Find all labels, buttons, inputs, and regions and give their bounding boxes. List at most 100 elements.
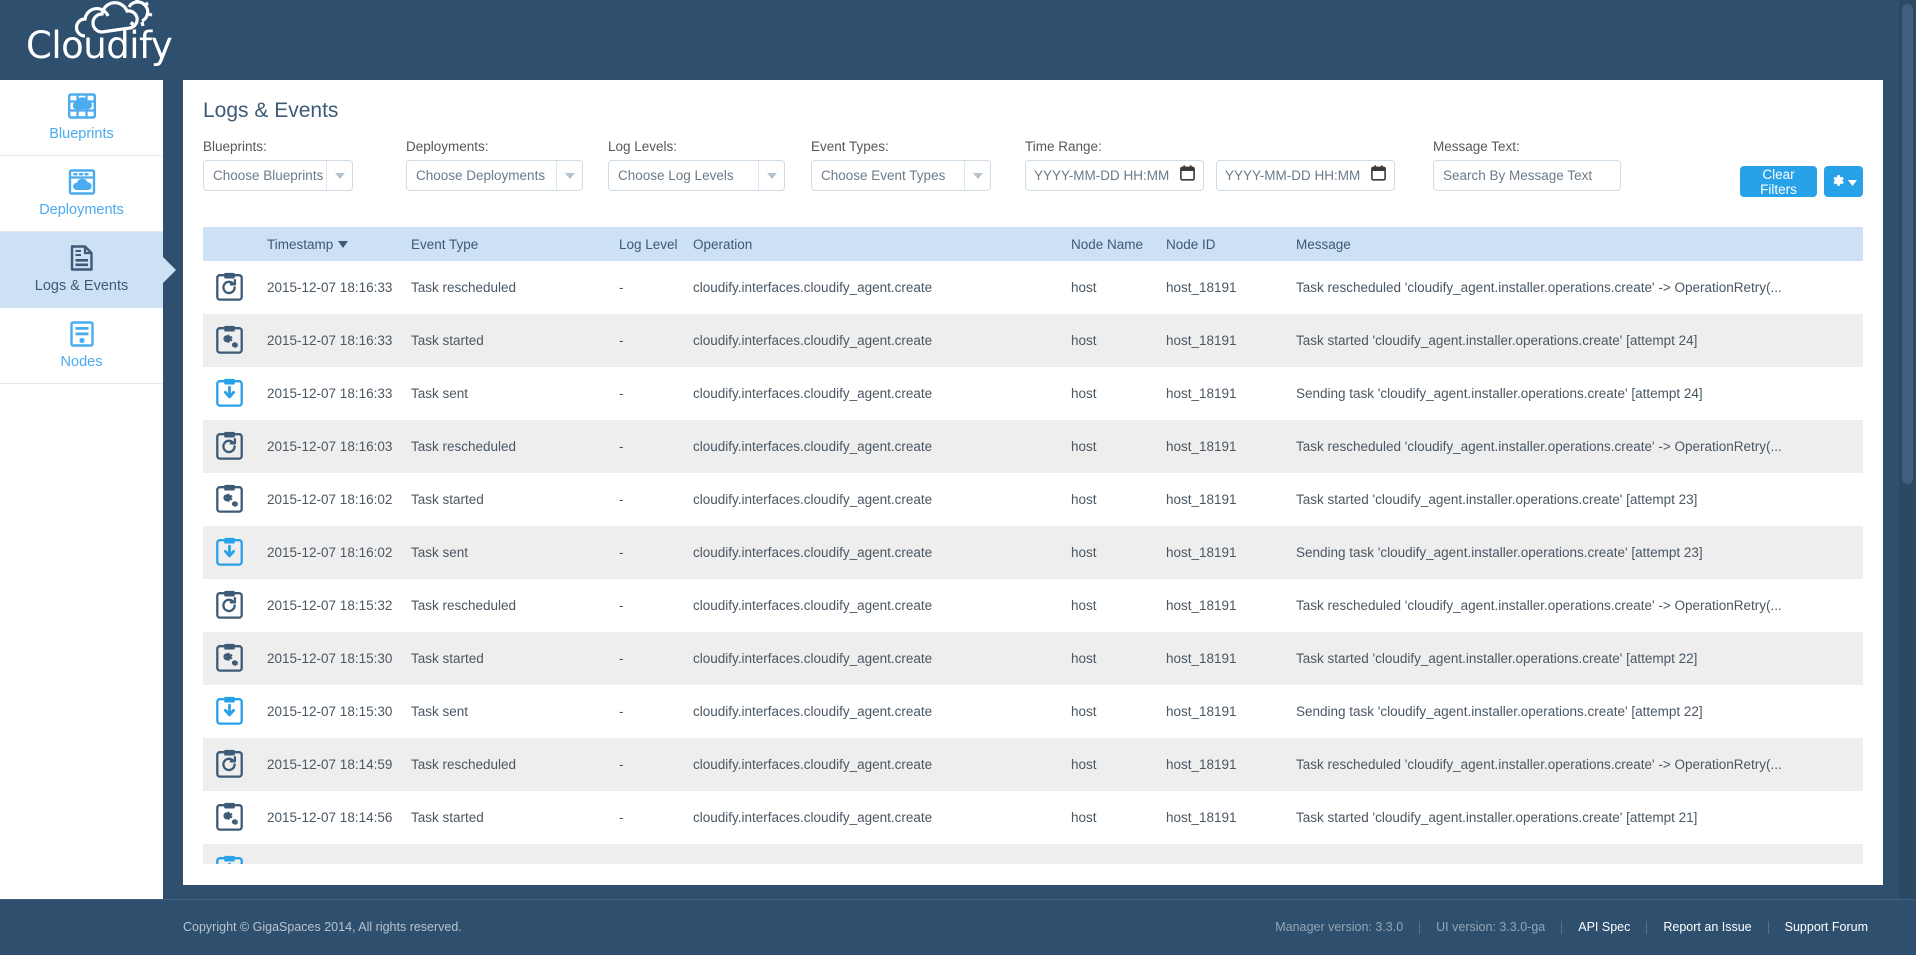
filter-time-range: Time Range: YYYY-MM-DD HH:MM YYYY-MM-DD … <box>1025 139 1395 191</box>
cell-timestamp: 2015-12-07 18:14:56 <box>255 844 399 864</box>
blueprints-select[interactable]: Choose Blueprints <box>203 160 353 191</box>
deployments-label: Deployments: <box>406 139 489 154</box>
table-row[interactable]: 2015-12-07 18:14:56Task sent-cloudify.in… <box>203 844 1863 864</box>
table-row[interactable]: 2015-12-07 18:16:02 Task started - cloudify… <box>203 473 1863 526</box>
sidebar-item-label: Blueprints <box>49 126 114 142</box>
cell-node-id: host_18191 <box>1166 651 1237 666</box>
col-header-node-id[interactable]: Node ID <box>1154 227 1284 261</box>
time-range-to-placeholder: YYYY-MM-DD HH:MM <box>1225 168 1361 183</box>
table-row[interactable]: 2015-12-07 18:16:33 Task sent - cloudify.in… <box>203 367 1863 420</box>
cell-log-level: - <box>619 704 624 719</box>
time-range-from-input[interactable]: YYYY-MM-DD HH:MM <box>1025 160 1204 191</box>
clear-filters-button[interactable]: Clear Filters <box>1740 166 1817 197</box>
page-title: Logs & Events <box>203 99 339 122</box>
sidebar-item-nodes[interactable]: Nodes <box>0 308 163 384</box>
support-forum-link[interactable]: Support Forum <box>1785 920 1868 934</box>
report-issue-link[interactable]: Report an Issue <box>1663 920 1751 934</box>
cell-operation: cloudify.interfaces.cloudify_agent.creat… <box>693 704 933 719</box>
filter-bar: Blueprints: Choose Blueprints Deployment… <box>203 139 1863 204</box>
cell-node-name: host <box>1071 704 1097 719</box>
chevron-down-icon <box>556 161 582 190</box>
events-table-body: 2015-12-07 18:16:33 Task rescheduled - clou… <box>203 261 1863 864</box>
cell-event-type: Task rescheduled <box>411 757 517 772</box>
cell-timestamp: 2015-12-07 18:14:56 <box>267 810 393 825</box>
table-row[interactable]: 2015-12-07 18:16:33 Task started - cloudify… <box>203 314 1863 367</box>
deployments-select[interactable]: Choose Deployments <box>406 160 583 191</box>
col-header-node-name[interactable]: Node Name <box>1059 227 1154 261</box>
cell-message: Sending task 'cloudify_agent.installer.o… <box>1296 545 1703 560</box>
time-range-label: Time Range: <box>1025 139 1102 154</box>
page-scrollbar-thumb[interactable] <box>1902 4 1913 484</box>
deployments-icon <box>67 167 97 197</box>
task-rescheduled-icon <box>216 431 254 463</box>
col-header-event-type[interactable]: Event Type <box>399 227 607 261</box>
cell-message: Task started 'cloudify_agent.installer.o… <box>1296 333 1698 348</box>
task-sent-icon <box>216 378 254 410</box>
sidebar-item-label: Nodes <box>60 354 103 370</box>
table-row[interactable]: 2015-12-07 18:14:56 Task started - cloudify… <box>203 791 1863 844</box>
cell-event-type: Task started <box>411 651 484 666</box>
table-row[interactable]: 2015-12-07 18:15:30 Task sent - cloudify.in… <box>203 685 1863 738</box>
cell-timestamp: 2015-12-07 18:16:02 <box>267 545 393 560</box>
filter-settings-button[interactable] <box>1824 166 1863 197</box>
sidebar-item-logs-events[interactable]: Logs & Events <box>0 232 176 308</box>
sidebar-item-blueprints[interactable]: Blueprints <box>0 80 163 156</box>
filter-message-text: Message Text: Search By Message Text <box>1433 139 1623 191</box>
event-types-select[interactable]: Choose Event Types <box>811 160 991 191</box>
cell-icon <box>203 791 255 844</box>
cloudify-logo[interactable]: Cloudify <box>26 0 173 80</box>
cell-event-type: Task rescheduled <box>411 439 517 454</box>
table-row[interactable]: 2015-12-07 18:16:33 Task rescheduled - clou… <box>203 261 1863 314</box>
cell-icon <box>203 685 255 738</box>
cell-event-type: Task rescheduled <box>411 598 517 613</box>
cell-timestamp: 2015-12-07 18:16:03 <box>267 439 393 454</box>
top-bar: Cloudify <box>0 0 1916 80</box>
log-levels-select[interactable]: Choose Log Levels <box>608 160 785 191</box>
table-row[interactable]: 2015-12-07 18:14:59 Task rescheduled - clou… <box>203 738 1863 791</box>
chevron-down-icon <box>1848 174 1857 189</box>
page-scrollbar[interactable] <box>1899 0 1916 899</box>
table-row[interactable]: 2015-12-07 18:15:30 Task started - cloudify… <box>203 632 1863 685</box>
col-header-log-level[interactable]: Log Level <box>607 227 681 261</box>
ui-version: UI version: 3.3.0-ga <box>1436 920 1546 934</box>
copyright-text: Copyright © GigaSpaces 2014, All rights … <box>183 920 462 934</box>
cell-node-name: host <box>1071 492 1097 507</box>
cell-event-type: Task sent <box>399 844 607 864</box>
col-header-timestamp[interactable]: Timestamp <box>255 227 399 261</box>
cell-node-name: host <box>1071 439 1097 454</box>
cell-log-level: - <box>619 810 624 825</box>
api-spec-link[interactable]: API Spec <box>1578 920 1630 934</box>
events-table-container[interactable]: Timestamp Event Type Log Level Operation… <box>203 227 1863 864</box>
cell-timestamp: 2015-12-07 18:16:02 <box>267 492 393 507</box>
filter-event-types: Event Types: Choose Event Types <box>811 139 991 191</box>
log-levels-label: Log Levels: <box>608 139 678 154</box>
calendar-icon[interactable] <box>1371 165 1386 186</box>
task-rescheduled-icon <box>216 590 254 622</box>
cell-node-id: host_18191 <box>1166 810 1237 825</box>
footer-separator <box>1419 920 1421 934</box>
table-row[interactable]: 2015-12-07 18:15:32 Task rescheduled - clou… <box>203 579 1863 632</box>
chevron-down-icon <box>964 161 990 190</box>
events-table-head: Timestamp Event Type Log Level Operation… <box>203 227 1863 261</box>
sidebar-item-deployments[interactable]: Deployments <box>0 156 163 232</box>
cell-message: Sending task 'cloudify_agent.installer.o… <box>1284 844 1863 864</box>
cell-event-type: Task sent <box>411 704 469 719</box>
cell-node-id: host_18191 <box>1166 280 1237 295</box>
cell-log-level: - <box>619 757 624 772</box>
cell-event-type: Task rescheduled <box>411 280 517 295</box>
cell-node-name: host <box>1071 651 1097 666</box>
calendar-icon[interactable] <box>1180 165 1195 186</box>
table-row[interactable]: 2015-12-07 18:16:02 Task sent - cloudify.in… <box>203 526 1863 579</box>
col-header-operation[interactable]: Operation <box>681 227 1059 261</box>
cell-message: Task rescheduled 'cloudify_agent.install… <box>1296 280 1782 295</box>
cell-log-level: - <box>619 651 624 666</box>
table-row[interactable]: 2015-12-07 18:16:03 Task rescheduled - clou… <box>203 420 1863 473</box>
time-range-to-input[interactable]: YYYY-MM-DD HH:MM <box>1216 160 1395 191</box>
cell-event-type: Task sent <box>411 545 469 560</box>
cell-log-level: - <box>619 492 624 507</box>
cell-icon <box>203 579 255 632</box>
footer-links: Manager version: 3.3.0 UI version: 3.3.0… <box>1275 920 1868 934</box>
filter-blueprints: Blueprints: Choose Blueprints <box>203 139 353 191</box>
col-header-message[interactable]: Message <box>1284 227 1863 261</box>
message-text-input[interactable]: Search By Message Text <box>1433 160 1621 191</box>
